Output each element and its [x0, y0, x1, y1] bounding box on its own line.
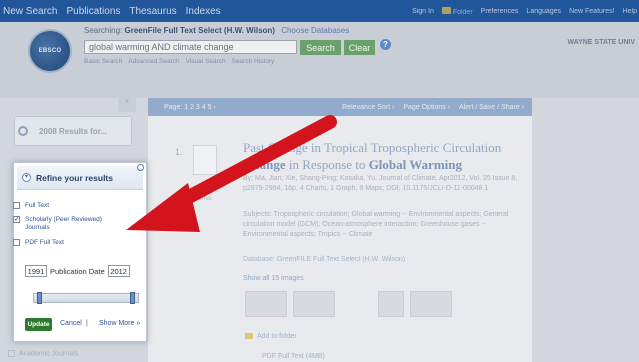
result-image-3[interactable]	[378, 291, 404, 317]
date-range-slider[interactable]	[33, 292, 139, 304]
expand-icon[interactable]: ▾	[22, 173, 31, 182]
clear-button[interactable]: Clear	[344, 40, 375, 55]
searching-database: GreenFile Full Text Select (H.W. Wilson)	[124, 26, 275, 35]
result-number: 1.	[175, 147, 183, 157]
result-subjects: Subjects: Tropospheric circulation; Glob…	[243, 211, 509, 238]
nav-sign-in[interactable]: Sign In	[412, 8, 434, 15]
refine-header[interactable]: ▾ Refine your results	[17, 166, 143, 190]
folder-add-icon	[245, 333, 253, 340]
result-database: Database: GreenFILE Full Text Select (H.…	[243, 256, 406, 263]
slider-handle-start[interactable]	[37, 292, 42, 304]
show-all-images-link[interactable]: Show all 15 images	[243, 274, 518, 284]
result-image-1[interactable]	[245, 291, 287, 317]
right-sidebar	[532, 98, 639, 362]
result-title-link[interactable]: Past Change in Tropical Tropospheric Cir…	[243, 139, 513, 173]
search-button[interactable]: Search	[300, 40, 341, 55]
close-icon[interactable]	[137, 164, 144, 171]
nav-thesaurus[interactable]: Thesaurus	[129, 6, 176, 17]
refine-results-panel: ▾ Refine your results	[13, 162, 147, 342]
academic-journals-checkbox[interactable]	[8, 350, 15, 357]
alert-save-share-menu[interactable]: Alert / Save / Share ›	[459, 104, 524, 111]
clock-icon	[18, 126, 28, 136]
pagination[interactable]: Page: 1 2 3 4 5 ›	[148, 104, 216, 111]
pdf-full-text-link[interactable]: PDF Full Text (4MB)	[262, 353, 325, 360]
nav-new-features[interactable]: New Features!	[569, 8, 615, 15]
result-image-2[interactable]	[293, 291, 335, 317]
collapse-sidebar-tab[interactable]: «	[118, 98, 136, 112]
search-input[interactable]: global warming AND climate change	[84, 40, 297, 54]
slider-handle-end[interactable]	[130, 292, 135, 304]
full-text-checkbox[interactable]	[13, 202, 20, 209]
folder-icon	[441, 6, 451, 14]
search-mode-links: Basic Search Advanced Search Visual Sear…	[84, 58, 274, 65]
date-results-box[interactable]: 2008 Results for...	[14, 116, 132, 146]
result-citation: By: Ma, Jian; Xie, Shang-Ping; Kosaka, Y…	[243, 175, 518, 192]
source-type-academic-journals[interactable]: Academic Journals	[8, 350, 78, 357]
basic-search-link[interactable]: Basic Search	[84, 58, 122, 65]
institution-name: WAYNE STATE UNIV	[567, 39, 635, 46]
date-from-input[interactable]: 1991	[25, 265, 47, 277]
publication-date-label: Publication Date	[50, 266, 105, 276]
page-options-menu[interactable]: Page Options ›	[403, 104, 450, 111]
search-history-link[interactable]: Search History	[232, 58, 275, 65]
searching-line: Searching: GreenFile Full Text Select (H…	[84, 26, 350, 35]
visual-search-link[interactable]: Visual Search	[186, 58, 226, 65]
journal-thumbnail[interactable]	[193, 145, 217, 175]
link-separator: |	[86, 320, 88, 327]
limiter-pdf-full-text[interactable]: PDF Full Text	[13, 239, 64, 247]
results-toolbar: Page: 1 2 3 4 5 › Relevance Sort › Page …	[148, 98, 532, 116]
show-more-link[interactable]: Show More »	[99, 320, 140, 327]
relevance-sort-menu[interactable]: Relevance Sort ›	[342, 104, 394, 111]
refine-title: Refine your results	[36, 173, 113, 183]
add-to-folder-link[interactable]: Add to folder	[245, 333, 297, 340]
cancel-link[interactable]: Cancel	[60, 320, 82, 327]
top-navigation: New Search Publications Thesaurus Indexe…	[0, 0, 639, 22]
nav-languages[interactable]: Languages	[526, 8, 561, 15]
limiter-full-text[interactable]: Full Text	[13, 202, 49, 210]
date-to-input[interactable]: 2012	[107, 265, 130, 277]
scholarly-checkbox[interactable]: ✓	[13, 216, 20, 223]
choose-databases-link[interactable]: Choose Databases	[281, 26, 349, 35]
ebsco-logo[interactable]: EBSCO	[28, 29, 72, 73]
pdf-full-text-checkbox[interactable]	[13, 239, 20, 246]
limiter-scholarly[interactable]: ✓ Scholarly (Peer Reviewed) Journals	[13, 216, 113, 232]
nav-folder[interactable]: Folder	[441, 6, 473, 16]
publication-date-range: 1991 Publication Date 2012	[25, 265, 130, 277]
nav-new-search[interactable]: New Search	[3, 6, 57, 17]
help-icon[interactable]: ?	[380, 39, 391, 50]
nav-indexes[interactable]: Indexes	[186, 6, 221, 17]
nav-preferences[interactable]: Preferences	[481, 8, 519, 15]
result-image-4[interactable]	[410, 291, 452, 317]
thumbnail-label: Journal	[192, 196, 212, 202]
update-button[interactable]: Update	[25, 318, 52, 331]
nav-publications[interactable]: Publications	[66, 6, 120, 17]
nav-help[interactable]: Help	[623, 8, 637, 15]
advanced-search-link[interactable]: Advanced Search	[128, 58, 179, 65]
